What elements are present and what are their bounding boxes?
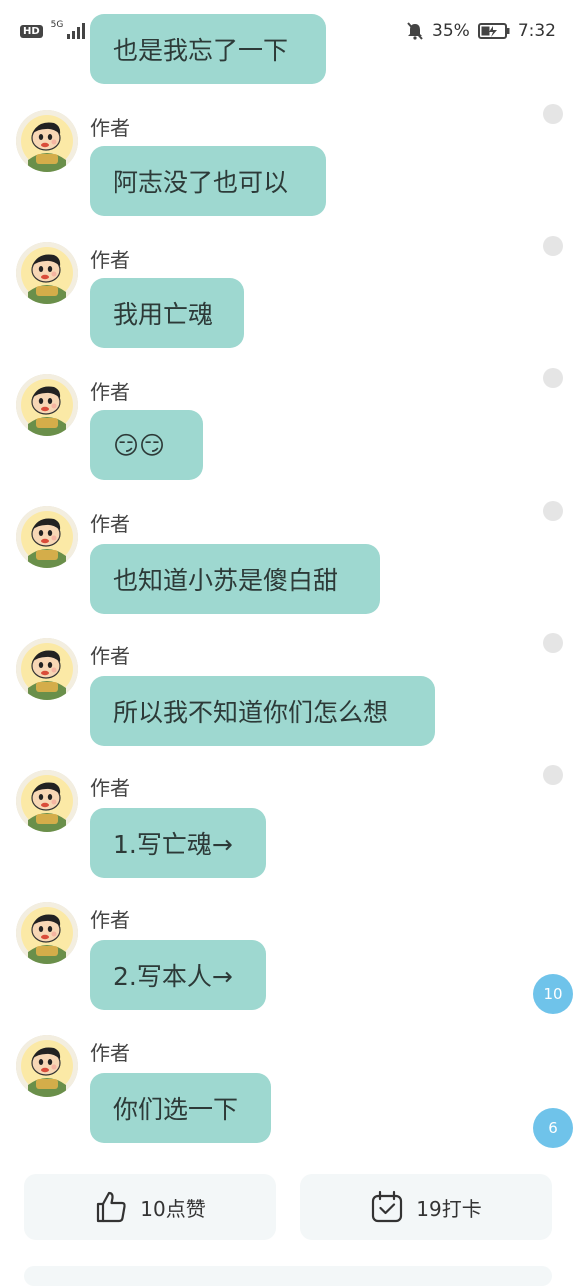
message-text: 1.写亡魂→ xyxy=(113,830,233,859)
avatar[interactable] xyxy=(16,770,78,832)
author-name: 作者 xyxy=(90,380,130,404)
mute-bell-icon xyxy=(407,22,423,40)
signal-icon xyxy=(67,23,86,39)
avatar[interactable] xyxy=(16,638,78,700)
read-status-dot xyxy=(543,236,563,256)
network-type: 5G xyxy=(50,20,64,30)
avatar[interactable] xyxy=(16,902,78,964)
read-status-dot xyxy=(543,765,563,785)
message-text: 所以我不知道你们怎么想 xyxy=(113,698,389,727)
cartoon-avatar-image xyxy=(16,506,78,568)
read-status-dot xyxy=(543,368,563,388)
avatar[interactable] xyxy=(16,506,78,568)
cartoon-avatar-image xyxy=(16,902,78,964)
hd-badge: HD xyxy=(20,24,43,38)
status-right: 35% 7:32 xyxy=(406,21,556,41)
author-name: 作者 xyxy=(90,1041,130,1065)
message-text: 阿志没了也可以 xyxy=(113,168,289,197)
message-bubble[interactable]: 也知道小苏是傻白甜 xyxy=(90,544,380,614)
cartoon-avatar-image xyxy=(16,242,78,304)
avatar[interactable] xyxy=(16,374,78,436)
message-bubble[interactable]: 阿志没了也可以 xyxy=(90,146,326,216)
author-name: 作者 xyxy=(90,776,130,800)
message-text: 😏😏 xyxy=(113,430,166,460)
message-text: 2.写本人→ xyxy=(113,962,233,991)
cartoon-avatar-image xyxy=(16,638,78,700)
battery-percent: 35% xyxy=(432,21,470,41)
message-bubble[interactable]: 我用亡魂 xyxy=(90,278,244,348)
read-status-dot xyxy=(543,501,563,521)
like-label: 10点赞 xyxy=(140,1196,206,1221)
avatar[interactable] xyxy=(16,110,78,172)
read-status-dot xyxy=(543,104,563,124)
author-name: 作者 xyxy=(90,248,130,272)
message-bubble[interactable]: 😏😏 xyxy=(90,410,203,480)
message-bubble[interactable]: 1.写亡魂→ xyxy=(90,808,266,878)
checkin-label: 19打卡 xyxy=(416,1196,482,1221)
author-name: 作者 xyxy=(90,512,130,536)
author-name: 作者 xyxy=(90,116,130,140)
cartoon-avatar-image xyxy=(16,374,78,436)
calendar-check-icon xyxy=(372,1190,403,1223)
message-bubble[interactable]: 2.写本人→ xyxy=(90,940,266,1010)
cartoon-avatar-image xyxy=(16,110,78,172)
avatar[interactable] xyxy=(16,242,78,304)
checkin-button[interactable]: 19打卡 xyxy=(300,1174,552,1240)
thumbs-up-icon xyxy=(97,1191,126,1223)
count-badge[interactable]: 6 xyxy=(533,1108,573,1148)
read-status-dot xyxy=(543,633,563,653)
cartoon-avatar-image xyxy=(16,1035,78,1097)
message-bubble[interactable]: 你们选一下 xyxy=(90,1073,271,1143)
clock: 7:32 xyxy=(517,21,556,41)
message-bubble[interactable]: 也是我忘了一下 xyxy=(90,14,326,84)
message-text: 也知道小苏是傻白甜 xyxy=(113,566,339,595)
count-badge[interactable]: 10 xyxy=(533,974,573,1014)
message-text: 也是我忘了一下 xyxy=(113,36,289,65)
message-bubble[interactable]: 所以我不知道你们怎么想 xyxy=(90,676,435,746)
like-button[interactable]: 10点赞 xyxy=(24,1174,276,1240)
avatar[interactable] xyxy=(16,1035,78,1097)
author-name: 作者 xyxy=(90,908,130,932)
bottom-panel xyxy=(24,1266,552,1286)
message-text: 你们选一下 xyxy=(113,1095,239,1124)
battery-charging-icon xyxy=(477,23,510,39)
cartoon-avatar-image xyxy=(16,770,78,832)
author-name: 作者 xyxy=(90,644,130,668)
message-text: 我用亡魂 xyxy=(113,300,214,329)
